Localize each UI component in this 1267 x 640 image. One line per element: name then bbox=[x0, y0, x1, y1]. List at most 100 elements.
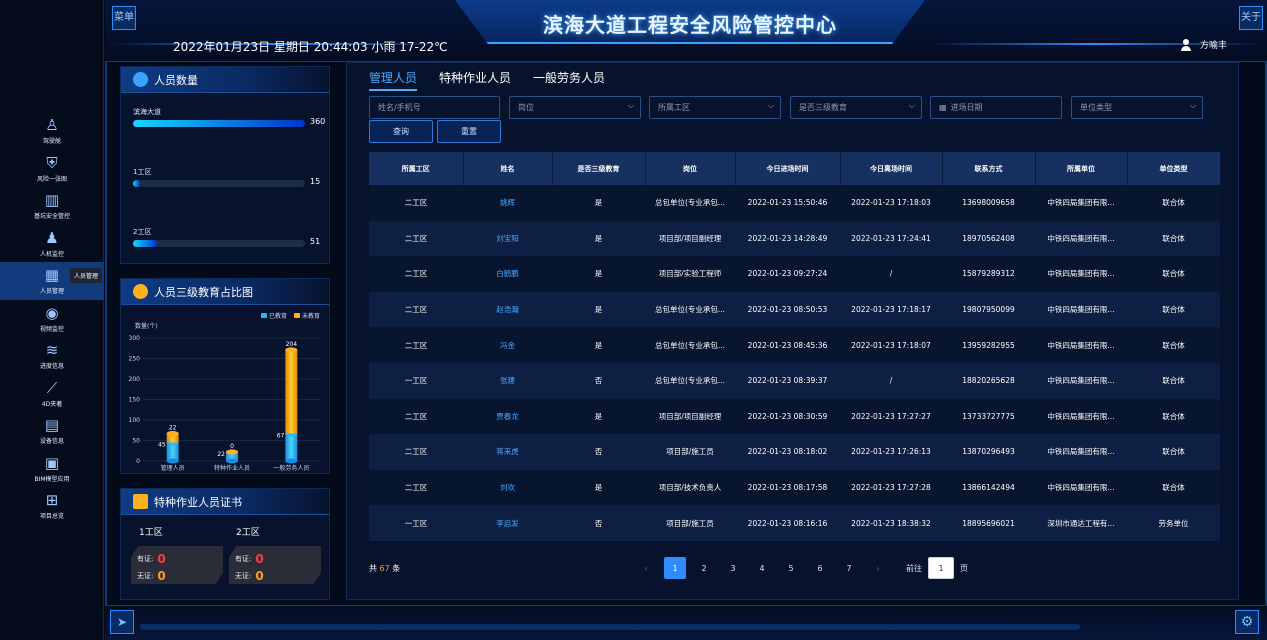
user-info[interactable]: 方喻丰 bbox=[1180, 38, 1227, 51]
locate-icon[interactable]: ➤ bbox=[110, 610, 134, 634]
next-page-icon[interactable]: › bbox=[867, 557, 889, 579]
table-row[interactable]: 二工区 冯金是总包单位(专业承包... 2022-01-23 08:45:36 202… bbox=[369, 327, 1220, 363]
y-tick-label: 150 bbox=[129, 397, 141, 404]
table-cell: 2022-01-23 17:18:03 bbox=[840, 185, 942, 221]
no-cert-count: 0 bbox=[255, 568, 264, 583]
page-button[interactable]: 4 bbox=[751, 557, 773, 579]
reset-button[interactable]: 重置 bbox=[437, 120, 501, 143]
y-tick-label: 100 bbox=[129, 417, 141, 424]
table-row[interactable]: 一工区 李启发否项目部/施工员 2022-01-23 08:16:16 2022-01… bbox=[369, 505, 1220, 541]
bar-segment bbox=[285, 349, 298, 434]
table-cell: 二工区 bbox=[369, 220, 463, 257]
about-badge-button[interactable]: 关于 bbox=[1239, 6, 1263, 30]
person-name-link[interactable]: 刘宝阳 bbox=[463, 220, 552, 257]
page-button[interactable]: 3 bbox=[722, 557, 744, 579]
page-button[interactable]: 7 bbox=[838, 557, 860, 579]
table-cell: 联合体 bbox=[1127, 434, 1220, 470]
table-cell: 2022-01-23 14:28:49 bbox=[735, 220, 840, 257]
person-name-link[interactable]: 张建 bbox=[463, 362, 552, 399]
person-name-link[interactable]: 李启发 bbox=[463, 505, 552, 541]
table-row[interactable]: 二工区 蒋来虎否项目部/施工员 2022-01-23 08:18:02 2022-01… bbox=[369, 434, 1220, 470]
entry-date-picker[interactable]: ▦ 进场日期 bbox=[930, 96, 1062, 119]
table-cell: 项目部/实验工程师 bbox=[645, 256, 735, 292]
area-select[interactable]: 所属工区 ⌵ bbox=[649, 96, 781, 119]
table-cell: 2022-01-23 17:27:27 bbox=[840, 398, 942, 435]
table-cell: 否 bbox=[552, 362, 645, 399]
sidebar-item-10[interactable]: ⊞ 项目总览 bbox=[0, 487, 104, 525]
table-cell: 二工区 bbox=[369, 256, 463, 292]
table-row[interactable]: 二工区 赵浩瀚是总包单位(专业承包... 2022-01-23 08:50:53 20… bbox=[369, 291, 1220, 328]
unit-type-select[interactable]: 单位类型 ⌵ bbox=[1071, 96, 1203, 119]
query-button[interactable]: 查询 bbox=[369, 120, 433, 143]
name-phone-input[interactable] bbox=[378, 103, 499, 112]
table-row[interactable]: 二工区 贾春龙是项目部/项目副经理 2022-01-23 08:30:59 2022-… bbox=[369, 398, 1220, 435]
table-cell: 否 bbox=[552, 505, 645, 541]
sidebar-item-6[interactable]: ≋ 进度信息 bbox=[0, 337, 104, 375]
column-header: 单位类型 bbox=[1127, 152, 1221, 185]
bar-cap bbox=[166, 431, 179, 437]
goto-page-input[interactable] bbox=[928, 557, 954, 579]
x-tick-label: 一般劳务人员 bbox=[273, 464, 309, 472]
table-row[interactable]: 一工区 张建否总包单位(专业承包... 2022-01-23 08:39:37/18… bbox=[369, 362, 1220, 399]
sidebar-item-label: 4D夹著 bbox=[41, 400, 63, 408]
sidebar-item-5[interactable]: ◉ 视频监控 bbox=[0, 300, 104, 338]
table-cell: 2022-01-23 15:50:46 bbox=[735, 185, 840, 221]
sidebar-item-1[interactable]: ⛨ 风险一张图 bbox=[0, 150, 104, 188]
people-count-value: 360 bbox=[310, 117, 326, 126]
table-row[interactable]: 二工区 刘宝阳是项目部/项目副经理 2022-01-23 14:28:49 2022-… bbox=[369, 220, 1220, 257]
footer-strip bbox=[140, 624, 1080, 630]
table-cell: 联合体 bbox=[1127, 220, 1220, 257]
people-count-track bbox=[133, 180, 305, 187]
total-count: 共 67 条 bbox=[369, 563, 400, 574]
people-count-track bbox=[133, 120, 305, 127]
post-select-value: 岗位 bbox=[518, 103, 534, 112]
page-button[interactable]: 2 bbox=[693, 557, 715, 579]
column-header: 是否三级教育 bbox=[552, 152, 646, 185]
certificate-title: 特种作业人员证书 bbox=[154, 495, 242, 509]
menu-badge-button[interactable]: 菜单 bbox=[112, 6, 136, 30]
data-label: 0 bbox=[230, 443, 234, 450]
sidebar-item-9[interactable]: ▣ BIM模型应用 bbox=[0, 450, 104, 488]
sidebar-item-2[interactable]: ▥ 基坑安全管控 bbox=[0, 187, 104, 225]
tab-special-workers[interactable]: 特种作业人员 bbox=[439, 69, 511, 91]
page-button[interactable]: 6 bbox=[809, 557, 831, 579]
sidebar-item-3[interactable]: ♟ 人机监控 bbox=[0, 225, 104, 263]
table-cell: 总包单位(专业承包... bbox=[645, 185, 735, 221]
column-header: 姓名 bbox=[463, 152, 553, 185]
table-cell: 二工区 bbox=[369, 327, 463, 363]
page-button[interactable]: 1 bbox=[664, 557, 686, 579]
person-name-link[interactable]: 冯金 bbox=[463, 327, 552, 363]
person-name-link[interactable]: 白鹤鹏 bbox=[463, 256, 552, 292]
sidebar-item-4[interactable]: ▦ 人员管理 人员管理 bbox=[0, 262, 104, 300]
table-cell: 2022-01-23 08:30:59 bbox=[735, 398, 840, 435]
person-name-link[interactable]: 贾春龙 bbox=[463, 398, 552, 435]
column-header: 岗位 bbox=[645, 152, 736, 185]
page-button[interactable]: 5 bbox=[780, 557, 802, 579]
total-number: 67 bbox=[379, 564, 390, 573]
person-name-link[interactable]: 刘欢 bbox=[463, 469, 552, 506]
nav-list: ♙ 驾驶舱 ⛨ 风险一张图 ▥ 基坑安全管控 ♟ 人机监控 ▦ 人员管理 人员管理 ◉ 视频监控 ≋ 进度信… bbox=[0, 112, 104, 525]
sidebar-item-8[interactable]: ▤ 设备信息 bbox=[0, 412, 104, 450]
table-cell: 18820265628 bbox=[942, 362, 1035, 399]
prev-page-icon[interactable]: ‹ bbox=[635, 557, 657, 579]
person-name-link[interactable]: 蒋来虎 bbox=[463, 434, 552, 470]
education-select[interactable]: 是否三级教育 ⌵ bbox=[790, 96, 922, 119]
post-select[interactable]: 岗位 ⌵ bbox=[509, 96, 641, 119]
sidebar-item-7[interactable]: ⟋ 4D夹著 bbox=[0, 375, 104, 413]
sidebar-item-0[interactable]: ♙ 驾驶舱 bbox=[0, 112, 104, 150]
table-row[interactable]: 二工区 刘欢是项目部/技术负责人 2022-01-23 08:17:58 2022-0… bbox=[369, 469, 1220, 506]
camera-icon: ◉ bbox=[45, 303, 59, 322]
frame-right bbox=[1251, 62, 1267, 612]
y-tick-label: 50 bbox=[132, 438, 140, 445]
tab-general-laborers[interactable]: 一般劳务人员 bbox=[533, 69, 605, 91]
table-row[interactable]: 二工区 姚辉是总包单位(专业承包... 2022-01-23 15:50:46 202… bbox=[369, 185, 1220, 221]
settings-gear-icon[interactable]: ⚙ bbox=[1235, 610, 1259, 634]
goto-prefix: 前往 bbox=[906, 563, 922, 573]
tab-management[interactable]: 管理人员 bbox=[369, 69, 418, 91]
has-cert-label: 有证: bbox=[235, 554, 252, 563]
table-row[interactable]: 二工区 白鹤鹏是项目部/实验工程师 2022-01-23 09:27:24/1587… bbox=[369, 256, 1220, 292]
person-name-link[interactable]: 赵浩瀚 bbox=[463, 291, 552, 328]
person-name-link[interactable]: 姚辉 bbox=[463, 185, 552, 221]
chevron-down-icon: ⌵ bbox=[908, 101, 915, 110]
sidebar-item-label: 基坑安全管控 bbox=[33, 213, 70, 221]
